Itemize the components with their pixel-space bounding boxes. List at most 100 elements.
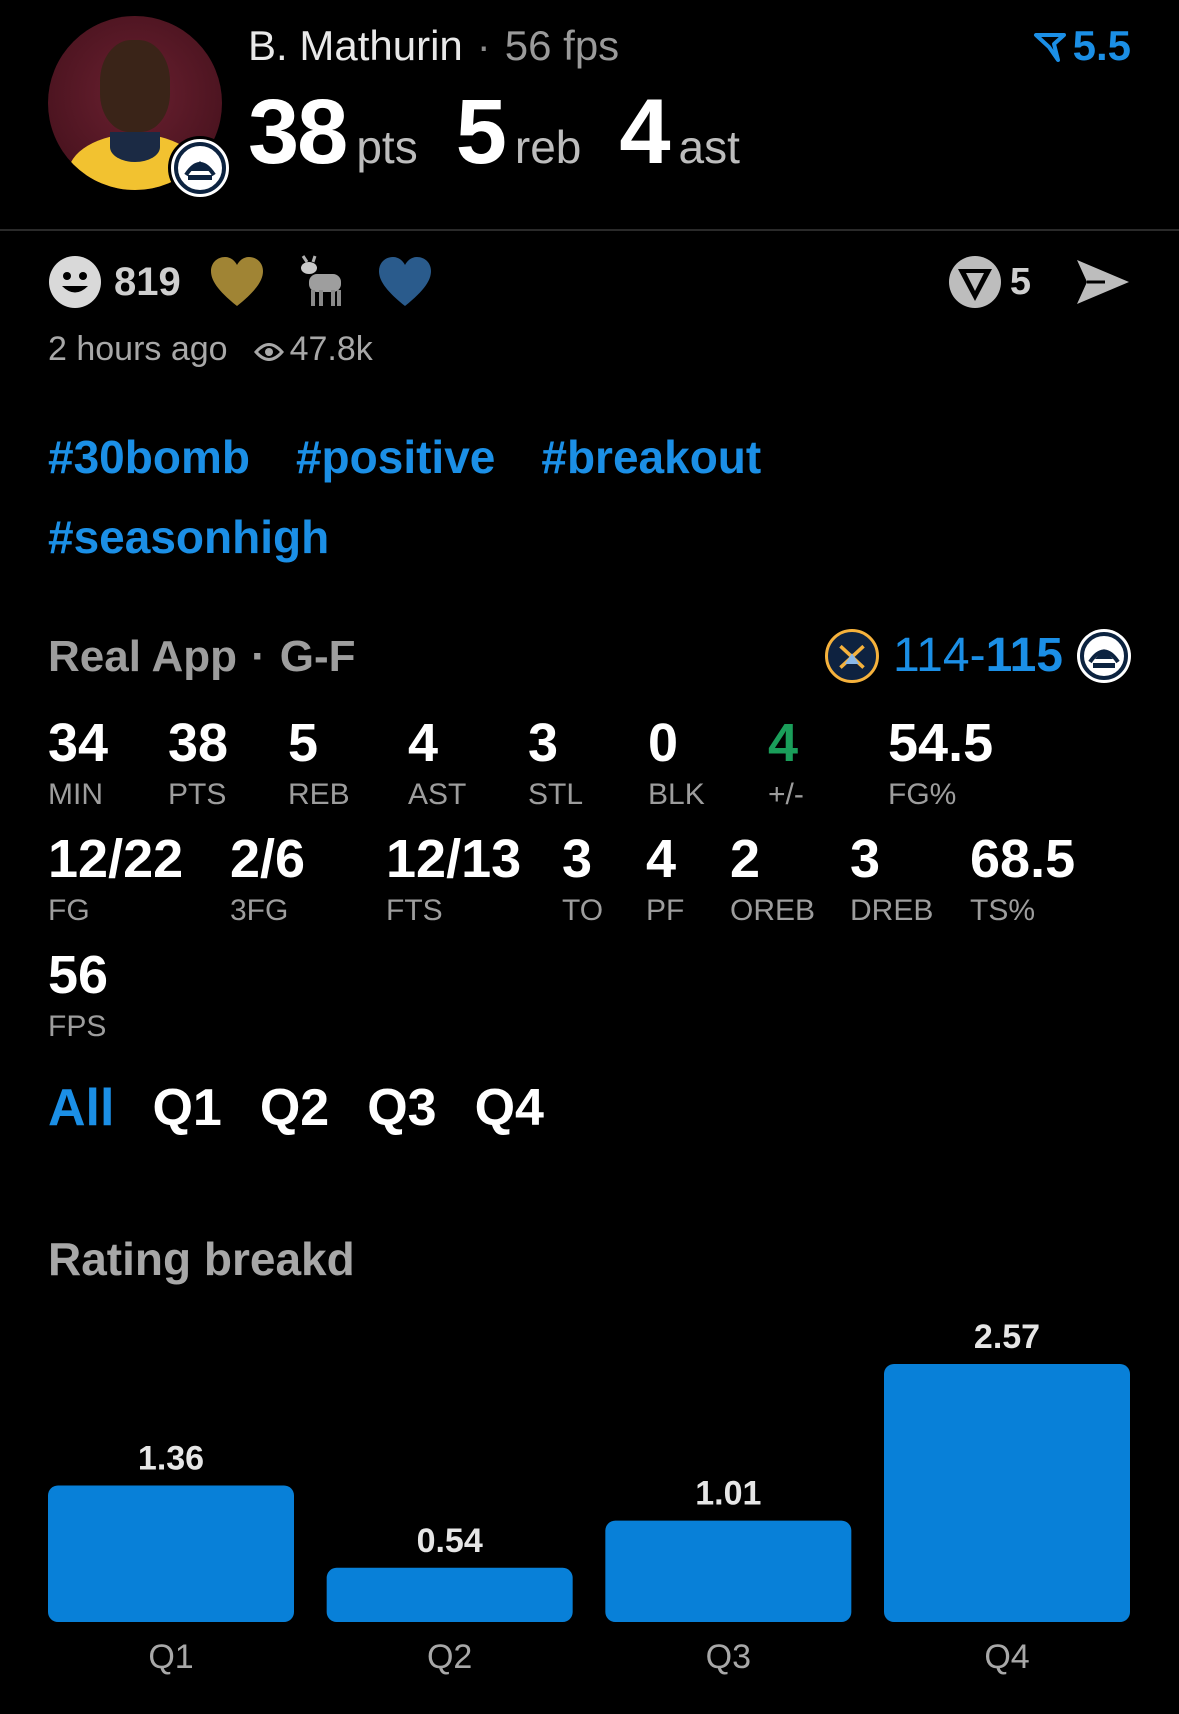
stat-plus-minus: 4 +/- <box>768 716 804 812</box>
rating-breakdown-chart: 1.36 Q1 0.54 Q2 1.01 Q3 2.57 Q4 <box>48 1318 1130 1676</box>
category-label-q2: Q2 <box>427 1638 472 1676</box>
hashtag-link[interactable]: #breakout <box>541 430 761 484</box>
tab-q3[interactable]: Q3 <box>367 1078 436 1138</box>
stat-value: 4 <box>768 713 799 773</box>
stat-oreb: 2 OREB <box>730 832 815 928</box>
stat-pts: 38 PTS <box>168 716 228 812</box>
stat-value: 3 <box>850 829 881 889</box>
stat-value: 12/13 <box>386 829 522 889</box>
stat-value: 0 <box>648 713 679 773</box>
stat-label: DREB <box>850 894 934 927</box>
goat-icon[interactable] <box>293 254 349 310</box>
stat-label: 3FG <box>230 894 289 927</box>
player-position: G-F <box>279 632 356 681</box>
separator-dot: · <box>476 22 491 69</box>
stat-value: 5 <box>288 713 319 773</box>
stat-label: STL <box>528 778 584 811</box>
stat-value: 12/22 <box>48 829 184 889</box>
stat-label: FPS <box>48 1010 107 1043</box>
stat-value: 4 <box>646 829 677 889</box>
stat-label: FG% <box>888 778 957 811</box>
rebounds-unit: reb <box>514 121 582 173</box>
stat-value: 68.5 <box>970 829 1076 889</box>
stat-fts: 12/13 FTS <box>386 832 521 928</box>
stat-label: OREB <box>730 894 816 927</box>
hashtag-link[interactable]: #positive <box>296 430 495 484</box>
bar-q3[interactable] <box>605 1520 852 1622</box>
vote-count: 5 <box>1009 260 1031 303</box>
stat-label: PF <box>646 894 685 927</box>
stat-value: 4 <box>408 713 439 773</box>
share-send-icon[interactable] <box>1075 258 1131 306</box>
stat-stl: 3 STL <box>528 716 583 812</box>
stat-pf: 4 PF <box>646 832 684 928</box>
nuggets-logo-icon <box>825 628 880 683</box>
team-logo-icon <box>168 136 232 200</box>
stat-dreb: 3 DREB <box>850 832 933 928</box>
player-photo-collar <box>110 132 160 162</box>
eye-icon <box>253 343 284 361</box>
player-name[interactable]: B. Mathurin <box>248 22 463 69</box>
pacers-logo-icon <box>1077 628 1131 683</box>
stat-label: AST <box>408 778 467 811</box>
stat-value: 34 <box>48 713 109 773</box>
stat-fps: 56 FPS <box>48 948 108 1044</box>
stat-3fg: 2/6 3FG <box>230 832 305 928</box>
assists-unit: ast <box>678 121 740 173</box>
category-label-q4: Q4 <box>984 1638 1029 1676</box>
stat-label: BLK <box>648 778 705 811</box>
category-label-q1: Q1 <box>148 1638 193 1676</box>
view-count-wrap: 47.8k <box>253 330 373 368</box>
data-label-q1: 1.36 <box>138 1439 204 1477</box>
game-score[interactable]: 114- 115 <box>825 628 1131 683</box>
rating-breakdown-title: Rating breakd <box>48 1233 355 1285</box>
rebounds-value: 5 <box>455 81 507 183</box>
stat-label: +/- <box>768 778 804 811</box>
player-name-line: B. Mathurin · 56 fps <box>248 22 619 70</box>
reaction-count: 819 <box>114 259 181 304</box>
header-divider <box>0 229 1179 231</box>
data-label-q4: 2.57 <box>974 1318 1040 1356</box>
stat-label: PTS <box>168 778 227 811</box>
tab-q4[interactable]: Q4 <box>475 1078 544 1138</box>
vote-shield-icon[interactable] <box>948 255 1002 309</box>
tab-q1[interactable]: Q1 <box>152 1078 221 1138</box>
stat-fg-pct: 54.5 FG% <box>888 716 993 812</box>
bar-q2[interactable] <box>326 1567 573 1622</box>
bar-q4[interactable] <box>884 1364 1130 1622</box>
stat-ast: 4 AST <box>408 716 466 812</box>
stat-label: MIN <box>48 778 103 811</box>
tab-q2[interactable]: Q2 <box>260 1078 329 1138</box>
stat-to: 3 TO <box>562 832 603 928</box>
rating-button[interactable]: 5.5 <box>1033 22 1131 70</box>
assists-value: 4 <box>619 81 670 183</box>
stat-value: 2/6 <box>230 829 306 889</box>
bar-q1[interactable] <box>48 1485 294 1622</box>
post-meta: 2 hours ago 47.8k <box>48 330 373 369</box>
stat-ts-pct: 68.5 TS% <box>970 832 1075 928</box>
hashtag-list: #30bomb #positive #breakout #seasonhigh <box>48 430 1048 590</box>
stat-value: 3 <box>528 713 559 773</box>
tab-all[interactable]: All <box>48 1078 114 1138</box>
player-photo-face <box>100 40 170 132</box>
hashtag-link[interactable]: #seasonhigh <box>48 510 329 564</box>
points-value: 38 <box>248 81 348 183</box>
blue-heart-icon[interactable] <box>377 256 433 308</box>
score-home: 115 <box>985 629 1063 682</box>
points-unit: pts <box>356 121 418 173</box>
hashtag-link[interactable]: #30bomb <box>48 430 250 484</box>
category-label-q3: Q3 <box>706 1638 751 1676</box>
separator-dot: · <box>251 632 266 681</box>
reaction-bar: 819 <box>48 254 461 310</box>
stat-value: 38 <box>168 713 229 773</box>
stat-label: FG <box>48 894 90 927</box>
smile-icon[interactable] <box>48 255 102 309</box>
stat-label: FTS <box>386 894 443 927</box>
rating-arrow-icon <box>1033 33 1066 62</box>
stat-value: 3 <box>562 829 593 889</box>
stat-label: TS% <box>970 894 1036 927</box>
gold-heart-icon[interactable] <box>209 256 265 308</box>
stat-blk: 0 BLK <box>648 716 705 812</box>
stat-min: 34 MIN <box>48 716 108 812</box>
time-ago: 2 hours ago <box>48 330 228 368</box>
